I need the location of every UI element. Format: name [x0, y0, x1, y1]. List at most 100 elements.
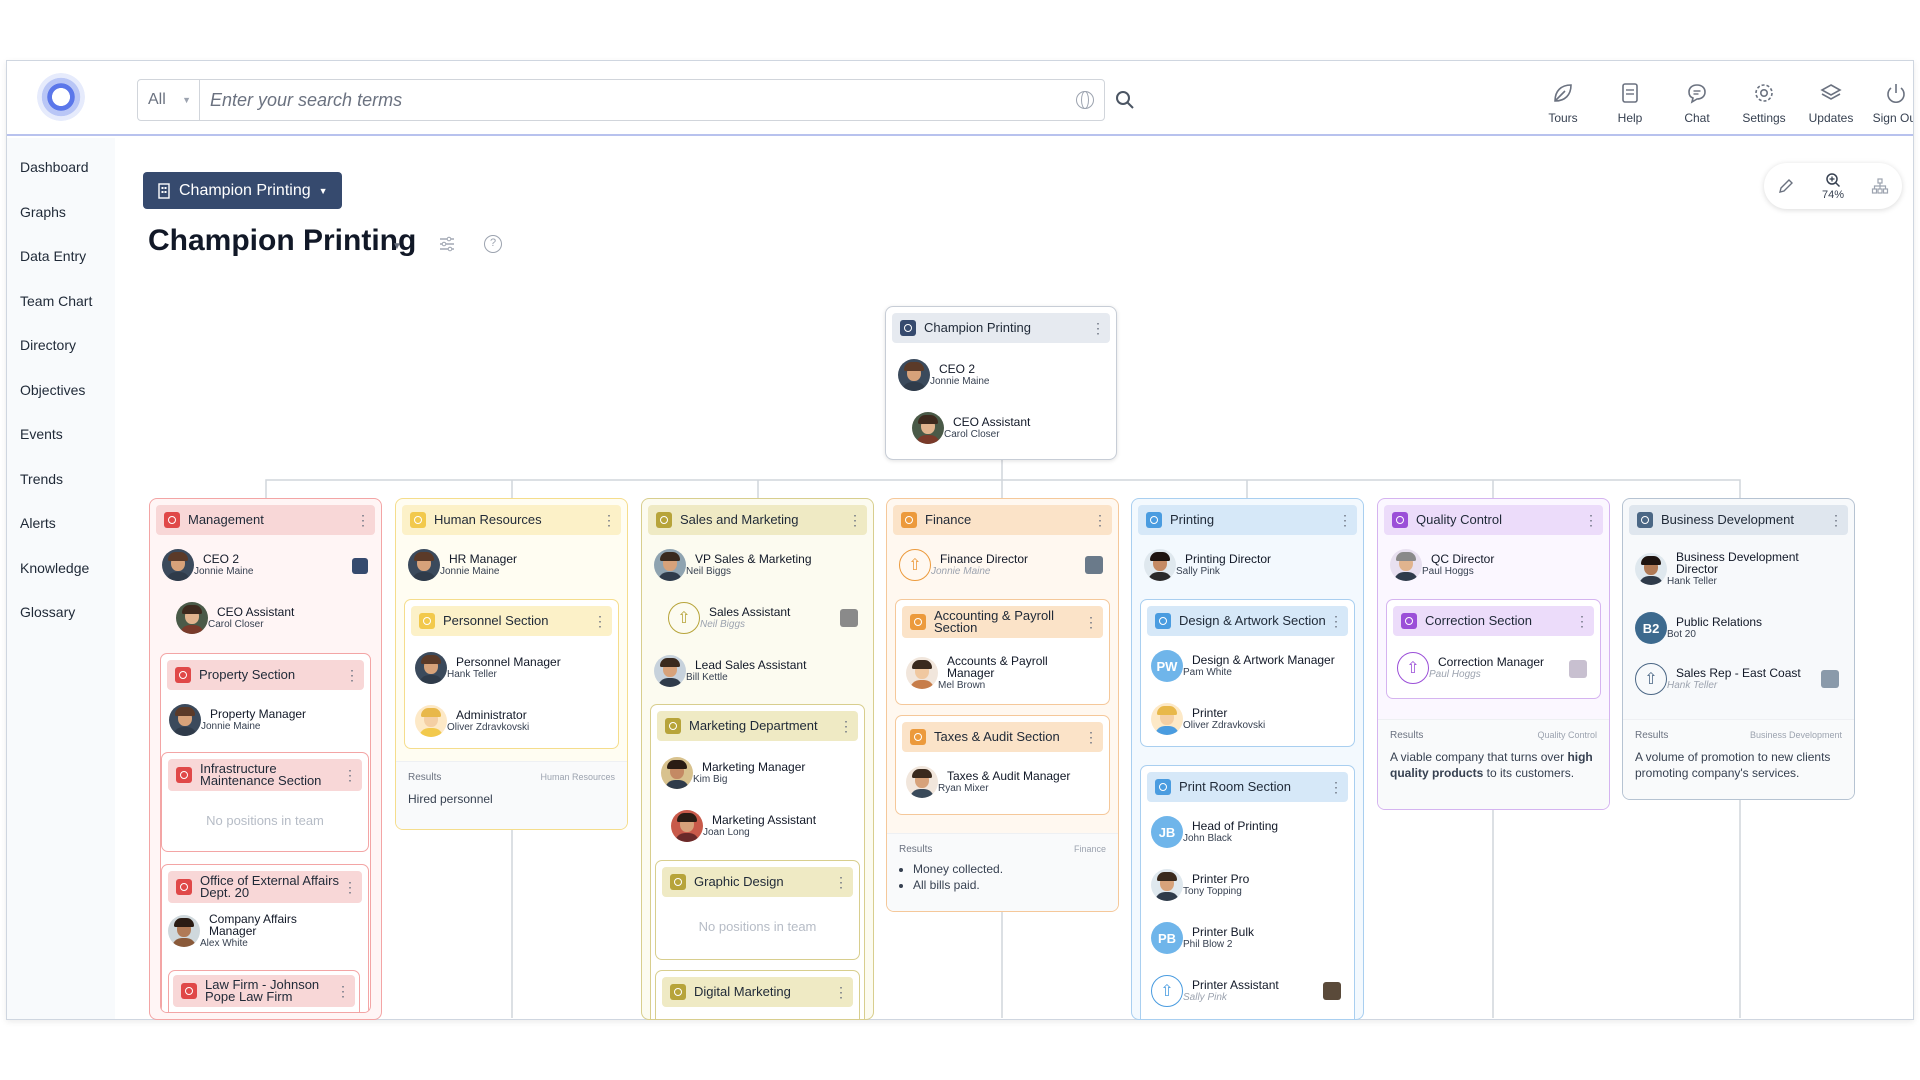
position-row[interactable]: Marketing Assistant Joan Long: [671, 810, 816, 842]
unit-header[interactable]: Management ⋮: [156, 505, 375, 535]
position-row[interactable]: ⇧ Finance Director Jonnie Maine: [899, 549, 1028, 581]
position-row[interactable]: JB Head of Printing John Black: [1151, 816, 1278, 848]
unit-header[interactable]: Sales and Marketing ⋮: [648, 505, 867, 535]
design-artwork-section[interactable]: Design & Artwork Section ⋮ PW Design & A…: [1140, 599, 1355, 747]
more-icon[interactable]: ⋮: [838, 718, 854, 735]
more-icon[interactable]: ⋮: [847, 512, 863, 529]
position-title: Public Relations: [1676, 615, 1763, 629]
unit-header[interactable]: Business Development ⋮: [1629, 505, 1848, 535]
more-icon[interactable]: ⋮: [1828, 512, 1844, 529]
section-header[interactable]: Infrastructure Maintenance Section ⋮: [168, 759, 362, 791]
quality-control-card[interactable]: Quality Control ⋮ QC Director Paul Hoggs …: [1377, 498, 1610, 810]
external-affairs-section[interactable]: Office of External Affairs Dept. 20 ⋮ Co…: [161, 864, 369, 1012]
linked-unit-icon[interactable]: [352, 558, 368, 574]
position-row[interactable]: QC Director Paul Hoggs: [1390, 549, 1494, 581]
position-row[interactable]: Company Affairs Manager Alex White: [168, 913, 319, 949]
position-row[interactable]: CEO 2 Jonnie Maine: [898, 359, 989, 391]
avatar: [906, 657, 938, 689]
root-unit-card[interactable]: Champion Printing ⋮ CEO 2 Jonnie Maine CE…: [885, 306, 1117, 460]
position-row[interactable]: Administrator Oliver Zdravkovski: [415, 705, 529, 737]
section-header[interactable]: Personnel Section ⋮: [411, 606, 612, 636]
more-icon[interactable]: ⋮: [833, 874, 849, 891]
more-icon[interactable]: ⋮: [1083, 729, 1099, 746]
print-room-section[interactable]: Print Room Section ⋮ JB Head of Printing…: [1140, 765, 1355, 1019]
property-section[interactable]: Property Section ⋮ Property Manager Jonni…: [160, 653, 371, 1013]
unit-header[interactable]: Champion Printing ⋮: [892, 313, 1110, 343]
section-header[interactable]: Taxes & Audit Section ⋮: [902, 722, 1103, 752]
more-icon[interactable]: ⋮: [355, 512, 371, 529]
accounting-payroll-section[interactable]: Accounting & Payroll Section ⋮ Accounts …: [895, 599, 1110, 705]
position-row[interactable]: Business Development Director Hank Teller: [1635, 551, 1816, 587]
position-title: Sales Rep - East Coast: [1676, 666, 1801, 680]
correction-section[interactable]: Correction Section ⋮ ⇧ Correction Manage…: [1386, 599, 1601, 699]
management-card[interactable]: Management ⋮ CEO 2 Jonnie Maine CEO Assis…: [149, 498, 382, 1020]
position-row[interactable]: VP Sales & Marketing Neil Biggs: [654, 549, 812, 581]
section-header[interactable]: Accounting & Payroll Section ⋮: [902, 606, 1103, 638]
section-header[interactable]: Office of External Affairs Dept. 20 ⋮: [168, 871, 362, 903]
section-header[interactable]: Graphic Design ⋮: [662, 867, 853, 897]
position-row[interactable]: Property Manager Jonnie Maine: [169, 704, 306, 736]
unit-header[interactable]: Finance ⋮: [893, 505, 1112, 535]
more-icon[interactable]: ⋮: [592, 613, 608, 630]
printing-card[interactable]: Printing ⋮ Printing Director Sally Pink D…: [1131, 498, 1364, 1020]
more-icon[interactable]: ⋮: [1092, 512, 1108, 529]
position-row[interactable]: ⇧ Printer Assistant Sally Pink: [1151, 975, 1279, 1007]
unit-header[interactable]: Quality Control ⋮: [1384, 505, 1603, 535]
human-resources-card[interactable]: Human Resources ⋮ HR Manager Jonnie Maine…: [395, 498, 628, 830]
position-row[interactable]: CEO Assistant Carol Closer: [176, 602, 294, 634]
law-firm-section[interactable]: Law Firm - Johnson Pope Law Firm ⋮: [168, 970, 360, 1012]
marketing-department[interactable]: Marketing Department ⋮ Marketing Manager…: [650, 704, 865, 1019]
section-header[interactable]: Correction Section ⋮: [1393, 606, 1594, 636]
digital-marketing-section[interactable]: Digital Marketing ⋮: [655, 970, 860, 1019]
unit-header[interactable]: Human Resources ⋮: [402, 505, 621, 535]
section-header[interactable]: Digital Marketing ⋮: [662, 977, 853, 1007]
more-icon[interactable]: ⋮: [1574, 613, 1590, 630]
personnel-section[interactable]: Personnel Section ⋮ Personnel Manager Han…: [404, 599, 619, 749]
more-icon[interactable]: ⋮: [1328, 613, 1344, 630]
more-icon[interactable]: ⋮: [833, 984, 849, 1001]
more-icon[interactable]: ⋮: [601, 512, 617, 529]
taxes-audit-section[interactable]: Taxes & Audit Section ⋮ Taxes & Audit Ma…: [895, 715, 1110, 815]
position-row[interactable]: B2 Public Relations Bot 20: [1635, 612, 1762, 644]
position-row[interactable]: Marketing Manager Kim Big: [661, 757, 805, 789]
position-row[interactable]: Taxes & Audit Manager Ryan Mixer: [906, 766, 1070, 798]
section-header[interactable]: Design & Artwork Section ⋮: [1147, 606, 1348, 636]
graphic-design-section[interactable]: Graphic Design ⋮ No positions in team: [655, 860, 860, 960]
more-icon[interactable]: ⋮: [1328, 779, 1344, 796]
position-row[interactable]: CEO 2 Jonnie Maine: [162, 549, 253, 581]
position-row[interactable]: Lead Sales Assistant Bill Kettle: [654, 655, 806, 687]
unit-header[interactable]: Printing ⋮: [1138, 505, 1357, 535]
business-development-card[interactable]: Business Development ⋮ Business Developm…: [1622, 498, 1855, 800]
unit-title: Sales and Marketing: [680, 512, 799, 527]
position-row[interactable]: HR Manager Jonnie Maine: [408, 549, 517, 581]
more-icon[interactable]: ⋮: [342, 767, 358, 784]
more-icon[interactable]: ⋮: [342, 879, 358, 896]
sales-marketing-card[interactable]: Sales and Marketing ⋮ VP Sales & Marketi…: [641, 498, 874, 1020]
position-row[interactable]: CEO Assistant Carol Closer: [912, 412, 1030, 444]
more-icon[interactable]: ⋮: [1583, 512, 1599, 529]
infrastructure-section[interactable]: Infrastructure Maintenance Section ⋮ No …: [161, 752, 369, 852]
avatar: [1144, 549, 1176, 581]
position-row[interactable]: Accounts & Payroll Manager Mel Brown: [906, 655, 1057, 691]
position-row[interactable]: PW Design & Artwork Manager Pam White: [1151, 650, 1335, 682]
more-icon[interactable]: ⋮: [344, 667, 360, 684]
position-row[interactable]: ⇧ Sales Rep - East Coast Hank Teller: [1635, 663, 1801, 695]
section-header[interactable]: Marketing Department ⋮: [657, 711, 858, 741]
more-icon[interactable]: ⋮: [335, 983, 351, 1000]
position-row[interactable]: Printer Oliver Zdravkovski: [1151, 703, 1265, 735]
more-icon[interactable]: ⋮: [1090, 320, 1106, 337]
results-tag: Finance: [1073, 844, 1106, 854]
position-row[interactable]: ⇧ Correction Manager Paul Hoggs: [1397, 652, 1544, 684]
finance-card[interactable]: Finance ⋮ ⇧ Finance Director Jonnie Maine…: [886, 498, 1119, 912]
position-row[interactable]: Personnel Manager Hank Teller: [415, 652, 561, 684]
more-icon[interactable]: ⋮: [1337, 512, 1353, 529]
section-header[interactable]: Law Firm - Johnson Pope Law Firm ⋮: [173, 975, 355, 1007]
position-row[interactable]: PB Printer Bulk Phil Blow 2: [1151, 922, 1254, 954]
section-header[interactable]: Property Section ⋮: [167, 660, 364, 690]
position-row[interactable]: ⇧ Sales Assistant Neil Biggs: [668, 602, 790, 634]
results-text: A volume of promotion to new clients pro…: [1635, 750, 1831, 780]
section-header[interactable]: Print Room Section ⋮: [1147, 772, 1348, 802]
more-icon[interactable]: ⋮: [1083, 614, 1099, 631]
position-row[interactable]: Printer Pro Tony Topping: [1151, 869, 1249, 901]
position-row[interactable]: Printing Director Sally Pink: [1144, 549, 1271, 581]
